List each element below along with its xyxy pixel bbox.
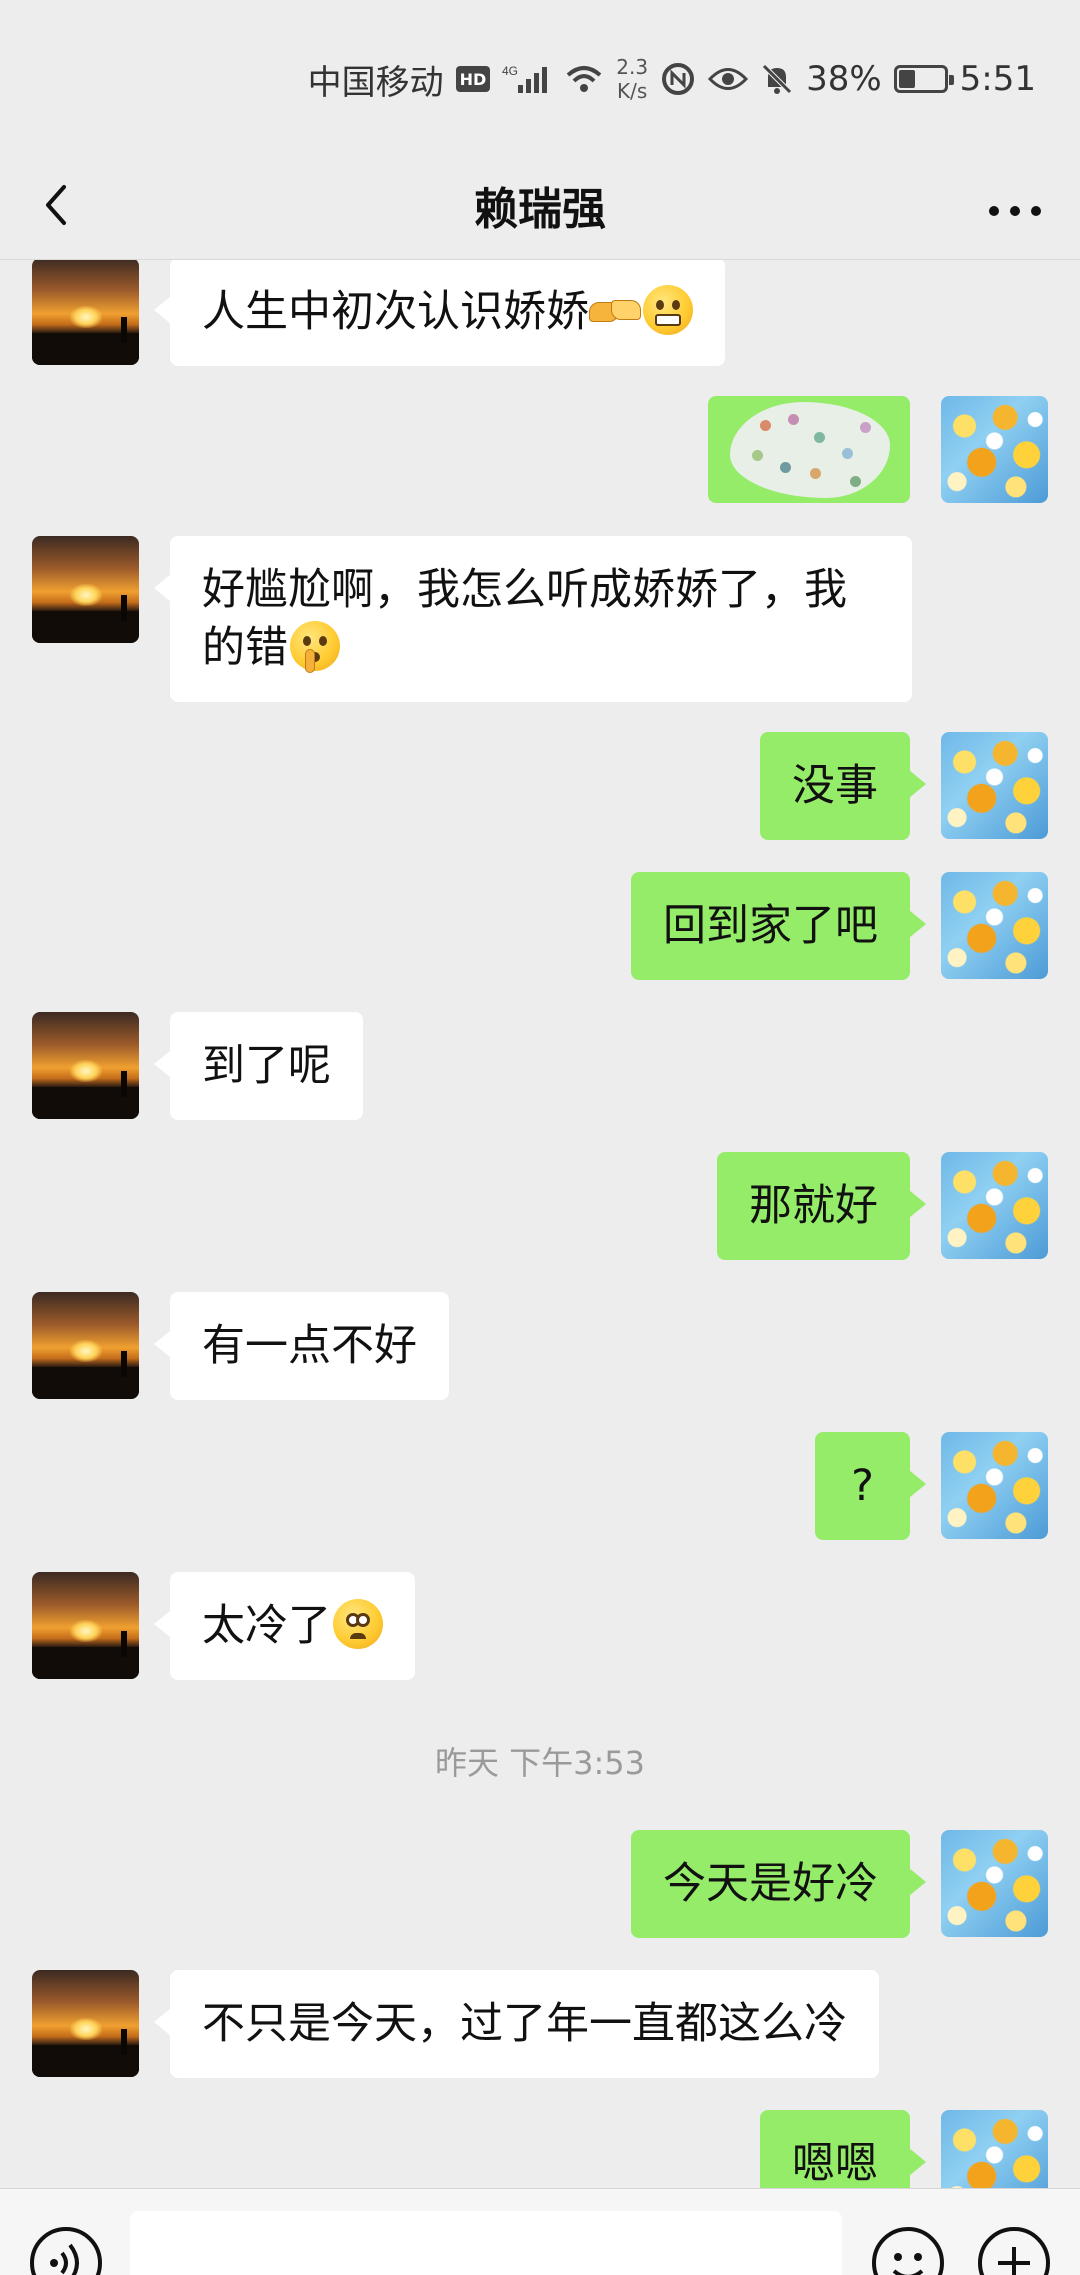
message-input[interactable] [130, 2211, 842, 2275]
message-text: 那就好 [749, 1181, 878, 1231]
message-bubble[interactable]: ? [815, 1432, 926, 1540]
sticker-image [730, 402, 890, 498]
sticker-message[interactable] [708, 396, 910, 503]
input-bar [0, 2188, 1080, 2275]
message-text: 今天是好冷 [663, 1859, 878, 1909]
message-text: 人生中初次认识娇娇 [202, 287, 589, 337]
battery-fill [898, 70, 916, 88]
contact-avatar[interactable] [32, 1572, 139, 1679]
message-bubble[interactable]: 没事 [760, 732, 926, 840]
my-avatar[interactable] [941, 1432, 1048, 1539]
plus-button[interactable] [978, 2227, 1050, 2275]
my-avatar[interactable] [941, 1830, 1048, 1937]
handshake-emoji [589, 294, 641, 330]
message-bubble[interactable]: 到了呢 [154, 1012, 363, 1120]
contact-avatar[interactable] [32, 1292, 139, 1399]
message-text: 没事 [792, 761, 878, 811]
message-bubble[interactable]: 好尴尬啊，我怎么听成娇娇了，我的错 [154, 536, 912, 702]
message-text: ? [851, 1461, 874, 1511]
message-bubble[interactable]: 不只是今天，过了年一直都这么冷 [154, 1970, 879, 2078]
shushing-emoji [290, 621, 340, 673]
voice-button[interactable] [30, 2227, 102, 2275]
message-bubble[interactable]: 回到家了吧 [631, 872, 926, 980]
net-speed: 2.3 K/s [616, 55, 648, 103]
message-text: 太冷了 [202, 1601, 331, 1651]
carrier-label: 中国移动 [307, 62, 444, 103]
chat-title: 赖瑞强 [474, 183, 606, 235]
chat-header: 赖瑞强 [0, 150, 1080, 260]
svg-text:4G: 4G [502, 64, 518, 78]
clock: 5:51 [959, 59, 1036, 99]
eye-icon [708, 64, 749, 94]
net-speed-value: 2.3 [616, 55, 649, 79]
message-bubble[interactable]: 今天是好冷 [631, 1830, 926, 1938]
message-text: 到了呢 [202, 1041, 331, 1091]
timestamp-divider: 昨天 下午3:53 [434, 1744, 646, 1782]
mute-bell-icon [760, 62, 794, 96]
contact-avatar[interactable] [32, 260, 139, 365]
wifi-icon [564, 63, 604, 95]
contact-avatar[interactable] [32, 1970, 139, 2077]
status-bar: 中国移动 HD 4G 2.3 K/s 38% 5:51 [0, 0, 1080, 150]
emoji-button[interactable] [872, 2227, 944, 2275]
message-bubble[interactable]: 那就好 [717, 1152, 926, 1260]
message-text: 嗯嗯 [792, 2139, 878, 2188]
my-avatar[interactable] [941, 872, 1048, 979]
voice-icon [50, 2243, 79, 2275]
grin-emoji [643, 285, 693, 335]
message-list[interactable]: 人生中初次认识娇娇 好尴尬啊，我怎么听成娇娇了，我的错 没事 回到家了吧 到了呢… [0, 260, 1080, 2188]
message-text: 不只是今天，过了年一直都这么冷 [202, 1999, 847, 2049]
chevron-left-icon [46, 185, 66, 225]
message-bubble[interactable]: 人生中初次认识娇娇 [154, 260, 725, 366]
back-button[interactable] [30, 175, 90, 235]
message-text: 有一点不好 [202, 1321, 417, 1371]
message-bubble[interactable]: 有一点不好 [154, 1292, 449, 1400]
contact-avatar[interactable] [32, 1012, 139, 1119]
message-bubble[interactable]: 嗯嗯 [760, 2110, 926, 2188]
emoji-face-icon [892, 2253, 924, 2275]
more-button[interactable] [980, 175, 1050, 235]
my-avatar[interactable] [941, 1152, 1048, 1259]
net-speed-unit: K/s [617, 79, 648, 103]
contact-avatar[interactable] [32, 536, 139, 643]
pleading-emoji [333, 1599, 383, 1649]
battery-icon [893, 65, 954, 93]
nfc-icon [660, 61, 696, 97]
my-avatar[interactable] [941, 396, 1048, 503]
message-bubble[interactable]: 太冷了 [154, 1572, 415, 1680]
signal-icon: 4G [502, 63, 552, 95]
my-avatar[interactable] [941, 732, 1048, 839]
message-text: 回到家了吧 [663, 901, 878, 951]
battery-percent: 38% [806, 59, 882, 99]
more-dots-icon [989, 206, 1041, 216]
my-avatar[interactable] [941, 2110, 1048, 2188]
hd-icon: HD [455, 66, 491, 92]
